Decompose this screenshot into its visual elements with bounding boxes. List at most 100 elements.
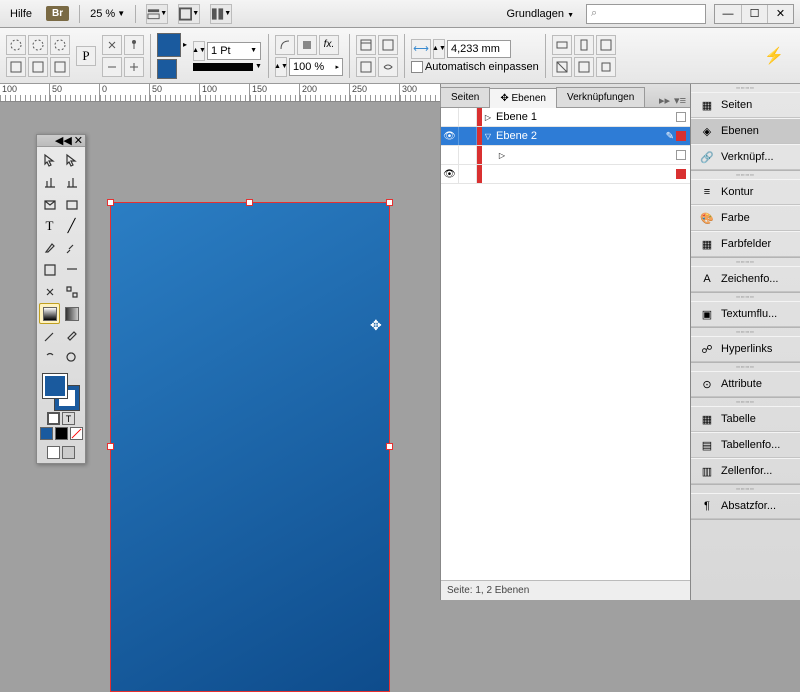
dimension-field[interactable]: 4,233 mm xyxy=(447,40,511,58)
ctrl-tool-2[interactable] xyxy=(28,35,48,55)
textwrap-3[interactable] xyxy=(356,57,376,77)
tool-17[interactable] xyxy=(61,325,82,346)
fit-5[interactable] xyxy=(574,57,594,77)
opacity-stepper[interactable]: ▲▼ xyxy=(275,57,287,77)
handle-tm[interactable] xyxy=(246,199,253,206)
handle-tl[interactable] xyxy=(107,199,114,206)
tool-13[interactable] xyxy=(61,281,82,302)
fit-2[interactable] xyxy=(574,35,594,55)
layer-row[interactable]: ▷ xyxy=(441,146,690,165)
corner-opts[interactable] xyxy=(275,35,295,55)
tab-ebenen[interactable]: ✥ Ebenen xyxy=(489,88,557,108)
tool-0[interactable] xyxy=(39,149,60,170)
fill-stroke-selector[interactable] xyxy=(43,374,79,410)
tab-seiten[interactable]: Seiten xyxy=(440,87,490,107)
effects-opts[interactable] xyxy=(297,35,317,55)
view-preview[interactable] xyxy=(62,446,75,459)
fx-button[interactable]: fx. xyxy=(319,35,339,55)
ctrl-tool-6[interactable] xyxy=(50,57,70,77)
dock-item-zellenfor[interactable]: ▥Zellenfor... xyxy=(691,458,800,484)
visibility-toggle[interactable]: 👁 xyxy=(441,165,459,183)
opacity-field[interactable]: 100 %▸ xyxy=(289,58,343,76)
fit-1[interactable] xyxy=(552,35,572,55)
dock-item-seiten[interactable]: ▦Seiten xyxy=(691,92,800,118)
tool-19[interactable] xyxy=(61,347,82,368)
tool-12[interactable] xyxy=(39,281,60,302)
layer-row[interactable]: ▷Ebene 1 xyxy=(441,108,690,127)
ctrl-link-4[interactable] xyxy=(124,57,144,77)
tool-10[interactable] xyxy=(39,259,60,280)
dock-item-tabellenfo[interactable]: ▤Tabellenfo... xyxy=(691,432,800,458)
fill-swatch[interactable] xyxy=(157,33,181,57)
tool-16[interactable] xyxy=(39,325,60,346)
layer-row[interactable]: 👁 xyxy=(441,165,690,184)
dock-item-textumflu[interactable]: ▣Textumflu... xyxy=(691,301,800,327)
autofit-checkbox[interactable]: Automatisch einpassen xyxy=(411,61,539,73)
bridge-badge[interactable]: Br xyxy=(46,6,69,21)
handle-ml[interactable] xyxy=(107,443,114,450)
visibility-toggle[interactable]: 👁 xyxy=(441,127,459,145)
stroke-swatch[interactable] xyxy=(157,59,177,79)
tool-5[interactable] xyxy=(61,193,82,214)
panel-menu[interactable]: ▸▸▾≡ xyxy=(655,94,690,107)
ctrl-text-p[interactable]: P xyxy=(76,46,96,66)
visibility-toggle[interactable] xyxy=(441,108,459,126)
tool-18[interactable] xyxy=(39,347,60,368)
selected-rectangle[interactable] xyxy=(110,202,390,692)
tool-3[interactable] xyxy=(61,171,82,192)
tool-8[interactable] xyxy=(39,237,60,258)
view-normal[interactable] xyxy=(47,446,60,459)
screen-mode-button[interactable]: ▼ xyxy=(178,4,200,24)
textwrap-4[interactable] xyxy=(378,57,398,77)
tool-11[interactable] xyxy=(61,259,82,280)
dock-item-zeichenfo[interactable]: AZeichenfo... xyxy=(691,266,800,292)
tool-1[interactable] xyxy=(61,149,82,170)
dock-item-verknpf[interactable]: 🔗Verknüpf... xyxy=(691,144,800,170)
lock-toggle[interactable] xyxy=(459,146,477,164)
ctrl-tool-1[interactable] xyxy=(6,35,26,55)
stroke-weight-stepper[interactable]: ▲▼ xyxy=(193,41,205,61)
dock-item-farbfelder[interactable]: ▦Farbfelder xyxy=(691,231,800,257)
ctrl-link-2[interactable] xyxy=(124,35,144,55)
workspace-dropdown[interactable]: Grundlagen ▼ xyxy=(503,6,579,22)
ctrl-tool-4[interactable] xyxy=(6,57,26,77)
minimize-button[interactable]: — xyxy=(715,5,741,23)
maximize-button[interactable]: ☐ xyxy=(741,5,767,23)
tool-7[interactable]: ╱ xyxy=(61,215,82,236)
search-input[interactable]: ⌕ xyxy=(586,4,706,24)
ctrl-tool-3[interactable] xyxy=(50,35,70,55)
bolt-icon[interactable]: ⚡ xyxy=(754,46,794,66)
tab-verknüpfungen[interactable]: Verknüpfungen xyxy=(556,87,645,107)
fit-4[interactable] xyxy=(552,57,572,77)
textwrap-1[interactable] xyxy=(356,35,376,55)
dock-item-farbe[interactable]: 🎨Farbe xyxy=(691,205,800,231)
handle-mr[interactable] xyxy=(386,443,393,450)
help-menu[interactable]: Hilfe xyxy=(6,6,36,22)
visibility-toggle[interactable] xyxy=(441,146,459,164)
fit-6[interactable] xyxy=(596,57,616,77)
lock-toggle[interactable] xyxy=(459,165,477,183)
ctrl-link-3[interactable] xyxy=(102,57,122,77)
textwrap-2[interactable] xyxy=(378,35,398,55)
tool-4[interactable] xyxy=(39,193,60,214)
text-mode[interactable]: T xyxy=(62,412,75,425)
tool-6[interactable]: T xyxy=(39,215,60,236)
dock-item-kontur[interactable]: ≡Kontur xyxy=(691,179,800,205)
ctrl-link-1[interactable] xyxy=(102,35,122,55)
fit-3[interactable] xyxy=(596,35,616,55)
zoom-dropdown[interactable]: 25 %▼ xyxy=(90,8,125,20)
dock-item-attribute[interactable]: ⊙Attribute xyxy=(691,371,800,397)
arrange-button[interactable]: ▼ xyxy=(210,4,232,24)
layer-row[interactable]: 👁▽Ebene 2✎ xyxy=(441,127,690,146)
ctrl-tool-5[interactable] xyxy=(28,57,48,77)
stroke-weight-field[interactable]: 1 Pt▼ xyxy=(207,42,261,60)
swatch-color[interactable] xyxy=(55,427,68,440)
dock-item-absatzfor[interactable]: ¶Absatzfor... xyxy=(691,493,800,519)
tool-15[interactable] xyxy=(61,303,82,324)
toolbox-header[interactable]: ◀◀✕ xyxy=(37,135,85,147)
lock-toggle[interactable] xyxy=(459,108,477,126)
tool-2[interactable] xyxy=(39,171,60,192)
swatch-color[interactable] xyxy=(70,427,83,440)
stroke-style-dropdown[interactable] xyxy=(193,63,253,71)
tool-14[interactable] xyxy=(39,303,60,324)
